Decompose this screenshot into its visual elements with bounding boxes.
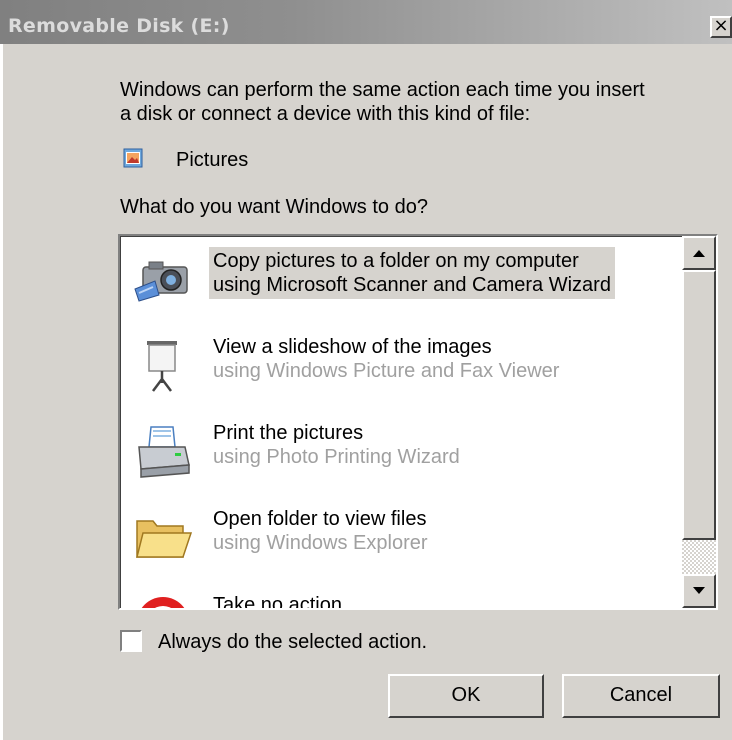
item-text: View a slideshow of the images using Win… — [209, 333, 563, 385]
window-title: Removable Disk (E:) — [8, 15, 230, 37]
item-title: Open folder to view files — [213, 508, 427, 530]
vertical-scrollbar[interactable] — [682, 236, 716, 608]
scroll-down-button[interactable] — [682, 574, 716, 608]
close-button[interactable]: × — [710, 16, 732, 38]
title-bar[interactable]: Removable Disk (E:) × — [0, 0, 732, 46]
item-title: Take no action — [213, 594, 342, 610]
folder-icon — [136, 520, 193, 558]
item-title: Copy pictures to a folder on my computer — [213, 250, 579, 272]
item-text: Print the pictures using Photo Printing … — [209, 419, 464, 471]
item-text: Open folder to view files using Windows … — [209, 505, 432, 557]
item-text: Take no action — [209, 591, 346, 610]
arrow-down-icon — [693, 587, 705, 594]
intro-line-2: a disk or connect a device with this kin… — [120, 103, 531, 125]
question-text: What do you want Windows to do? — [120, 196, 428, 218]
autoplay-dialog: Removable Disk (E:) × Windows can perfor… — [0, 0, 732, 740]
item-subtitle: using Microsoft Scanner and Camera Wizar… — [213, 274, 611, 296]
list-item-copy-pictures[interactable]: Copy pictures to a folder on my computer… — [129, 243, 689, 327]
ok-button[interactable]: OK — [388, 674, 544, 718]
intro-text: Windows can perform the same action each… — [120, 78, 645, 126]
item-title: Print the pictures — [213, 422, 364, 444]
item-subtitle: using Windows Picture and Fax Viewer — [213, 360, 560, 382]
item-text: Copy pictures to a folder on my computer… — [209, 247, 615, 299]
content-type-label: Pictures — [176, 149, 249, 171]
item-subtitle: using Photo Printing Wizard — [213, 446, 460, 468]
action-list[interactable]: Copy pictures to a folder on my computer… — [118, 234, 718, 610]
list-item-slideshow[interactable]: View a slideshow of the images using Win… — [129, 329, 689, 413]
projector-screen-icon — [147, 341, 177, 392]
list-item-open-folder[interactable]: Open folder to view files using Windows … — [129, 501, 689, 585]
item-subtitle: using Windows Explorer — [213, 532, 428, 554]
scroll-thumb[interactable] — [682, 270, 716, 540]
always-checkbox-label[interactable]: Always do the selected action. — [158, 631, 427, 654]
cancel-button[interactable]: Cancel — [562, 674, 720, 718]
arrow-up-icon — [693, 250, 705, 257]
close-icon: × — [713, 15, 729, 36]
always-checkbox[interactable] — [120, 630, 142, 652]
window-border — [0, 44, 3, 740]
list-item-print[interactable]: Print the pictures using Photo Printing … — [129, 415, 689, 499]
list-item-take-no-action[interactable]: Take no action — [129, 587, 689, 610]
pictures-icon — [123, 148, 143, 168]
scroll-up-button[interactable] — [682, 236, 716, 270]
scroll-track[interactable] — [682, 540, 716, 574]
intro-line-1: Windows can perform the same action each… — [120, 79, 645, 101]
camera-icon — [134, 261, 188, 302]
item-title: View a slideshow of the images — [213, 336, 492, 358]
action-list-frame: Copy pictures to a folder on my computer… — [120, 236, 716, 608]
printer-icon — [138, 426, 190, 478]
no-action-icon — [141, 597, 185, 608]
